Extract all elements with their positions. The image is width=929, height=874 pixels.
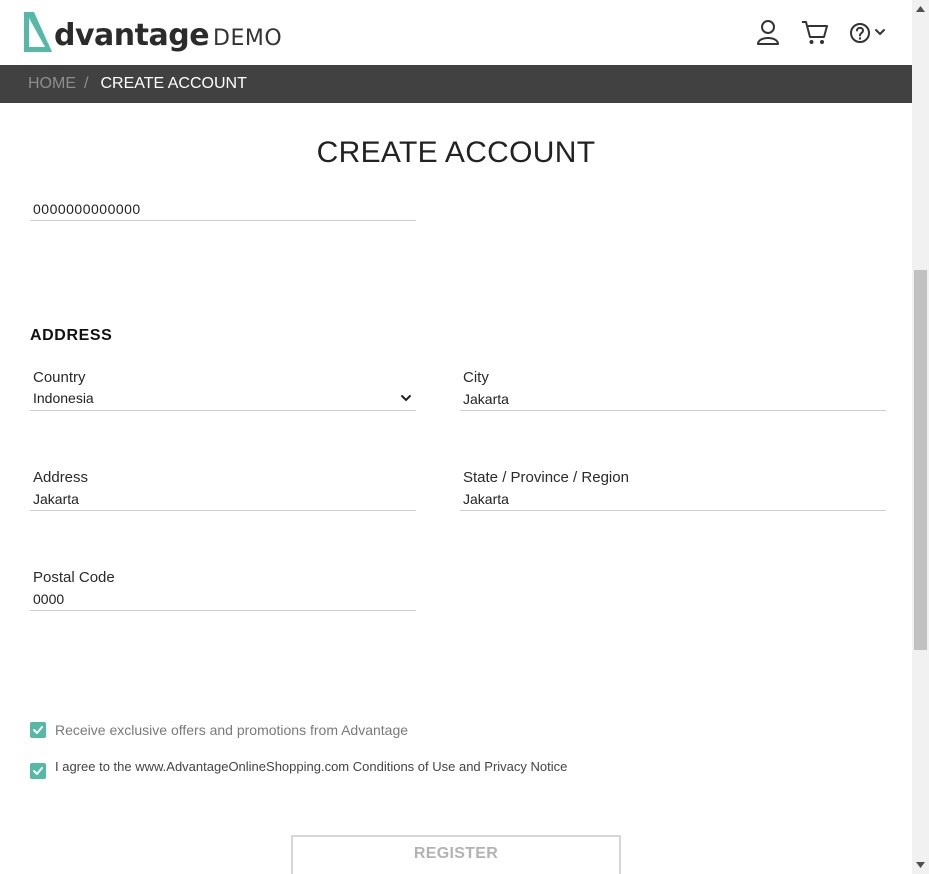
country-field: Country Indonesia bbox=[30, 368, 416, 411]
chevron-down-icon bbox=[401, 395, 411, 402]
page-title: CREATE ACCOUNT bbox=[316, 136, 596, 169]
check-icon bbox=[33, 726, 43, 734]
postal-field: Postal Code bbox=[30, 568, 416, 611]
cart-icon[interactable] bbox=[801, 18, 829, 46]
user-icon[interactable] bbox=[755, 18, 783, 46]
phone-field bbox=[30, 197, 416, 221]
site-header: dvantage DEMO bbox=[0, 0, 912, 65]
agree-label[interactable]: I agree to the www.AdvantageOnlineShoppi… bbox=[55, 759, 567, 774]
help-icon[interactable] bbox=[848, 18, 890, 46]
logo[interactable]: dvantage DEMO bbox=[22, 10, 282, 54]
breadcrumb-separator: / bbox=[84, 75, 89, 92]
city-label: City bbox=[463, 369, 489, 386]
phone-input[interactable] bbox=[30, 197, 416, 221]
agree-checkbox[interactable] bbox=[30, 763, 46, 779]
city-field: City bbox=[460, 368, 886, 411]
offers-label: Receive exclusive offers and promotions … bbox=[55, 722, 409, 738]
offers-checkbox[interactable] bbox=[30, 722, 46, 738]
country-label: Country bbox=[33, 369, 86, 386]
breadcrumb-home[interactable]: HOME bbox=[28, 75, 76, 93]
state-label: State / Province / Region bbox=[463, 469, 629, 486]
logo-a-icon bbox=[24, 12, 52, 52]
offers-checkbox-row: Receive exclusive offers and promotions … bbox=[30, 722, 408, 738]
scroll-up-icon[interactable] bbox=[916, 6, 925, 12]
city-input[interactable] bbox=[460, 388, 886, 411]
scroll-thumb[interactable] bbox=[914, 270, 927, 650]
state-field: State / Province / Region bbox=[460, 468, 886, 511]
address-section-title: ADDRESS bbox=[30, 327, 113, 344]
breadcrumb: HOME / CREATE ACCOUNT bbox=[0, 65, 912, 103]
address-label: Address bbox=[33, 469, 89, 486]
postal-input[interactable] bbox=[30, 588, 416, 611]
address-field: Address bbox=[30, 468, 416, 511]
scrollbar[interactable] bbox=[912, 0, 929, 874]
address-input[interactable] bbox=[30, 488, 416, 511]
state-input[interactable] bbox=[460, 488, 886, 511]
country-select[interactable]: Indonesia bbox=[30, 388, 416, 411]
agree-checkbox-row: I agree to the www.AdvantageOnlineShoppi… bbox=[30, 759, 567, 779]
postal-label: Postal Code bbox=[33, 569, 115, 586]
scroll-down-icon[interactable] bbox=[916, 862, 925, 868]
check-icon bbox=[33, 767, 43, 775]
country-value: Indonesia bbox=[33, 390, 94, 406]
register-button[interactable]: REGISTER bbox=[291, 835, 621, 874]
breadcrumb-current: CREATE ACCOUNT bbox=[100, 75, 247, 92]
logo-demo: DEMO bbox=[213, 26, 283, 51]
logo-word: dvantage bbox=[54, 18, 210, 53]
